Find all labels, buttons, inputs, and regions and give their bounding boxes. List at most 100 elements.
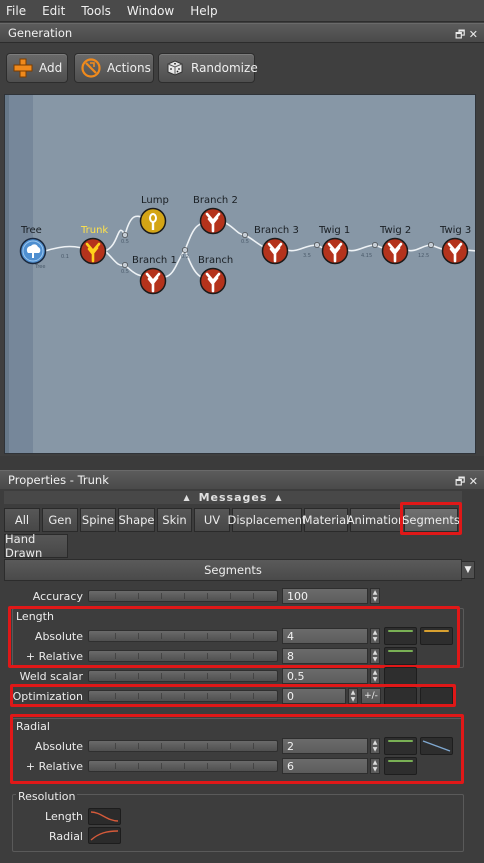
optimization-curve-1[interactable] <box>384 687 417 705</box>
generation-panel-controls[interactable]: 🗗 ✕ <box>455 26 478 45</box>
tab-hand-drawn[interactable]: Hand Drawn <box>4 532 68 560</box>
plus-icon <box>13 58 33 78</box>
menu-window[interactable]: Window <box>125 2 176 20</box>
radial-relative-label: + Relative <box>25 760 83 773</box>
svg-text:3.5: 3.5 <box>303 253 311 259</box>
optimization-slider[interactable] <box>88 690 278 702</box>
svg-text:0.5: 0.5 <box>121 269 129 275</box>
length-absolute-curve-green[interactable] <box>384 627 417 645</box>
accuracy-label: Accuracy <box>32 590 83 603</box>
node-twig-2[interactable] <box>381 237 409 265</box>
menu-tools[interactable]: Tools <box>79 2 113 20</box>
length-relative-curve[interactable] <box>384 647 417 665</box>
radial-relative-spinner[interactable]: ▲ ▼ <box>370 758 380 774</box>
length-absolute-label: Absolute <box>34 630 83 643</box>
node-twig-3[interactable] <box>441 237 469 265</box>
menu-help[interactable]: Help <box>188 2 219 20</box>
radial-absolute-curve-green[interactable] <box>384 737 417 755</box>
branch-icon <box>199 267 227 295</box>
twig-icon <box>441 237 469 265</box>
node-twig-3-label: Twig 3 <box>440 225 472 236</box>
tab-gen[interactable]: Gen <box>42 508 78 532</box>
optimization-field[interactable]: 0 <box>282 688 346 704</box>
radial-absolute-curve-blue[interactable] <box>420 737 453 755</box>
node-branch-2[interactable] <box>199 207 227 235</box>
node-twig-1[interactable] <box>321 237 349 265</box>
add-button[interactable]: Add <box>6 53 68 83</box>
svg-text:0.2: 0.2 <box>181 254 189 260</box>
weld-scalar-slider[interactable] <box>88 670 278 682</box>
chevron-down-icon[interactable]: ▼ <box>461 561 475 579</box>
node-branch-1[interactable] <box>139 267 167 295</box>
tab-spine[interactable]: Spine <box>80 508 116 532</box>
length-group-title: Length <box>16 610 54 623</box>
segments-section-header[interactable]: Segments <box>4 559 462 581</box>
weld-scalar-field[interactable]: 0.5 <box>282 668 368 684</box>
accuracy-spinner[interactable]: ▲ ▼ <box>370 588 380 604</box>
menu-edit[interactable]: Edit <box>40 2 67 20</box>
radial-absolute-label: Absolute <box>34 740 83 753</box>
length-relative-spinner[interactable]: ▲ ▼ <box>370 648 380 664</box>
length-relative-slider[interactable] <box>88 650 278 662</box>
resolution-radial-curve[interactable] <box>88 827 121 844</box>
radial-absolute-slider[interactable] <box>88 740 278 752</box>
generation-panel-title: Generation 🗗 ✕ <box>0 23 484 43</box>
node-trunk-label: Trunk <box>81 225 109 236</box>
radial-absolute-field[interactable]: 2 <box>282 738 368 754</box>
tab-segments[interactable]: Segments <box>402 508 460 532</box>
length-absolute-field[interactable]: 4 <box>282 628 368 644</box>
accuracy-slider[interactable] <box>88 590 278 602</box>
dice-icon <box>165 58 185 78</box>
panel-splitter[interactable] <box>0 456 484 470</box>
collapse-up-icon: ▲ <box>275 493 283 502</box>
tab-skin[interactable]: Skin <box>157 508 192 532</box>
tab-animation[interactable]: Animation <box>347 508 405 532</box>
messages-label: Messages <box>198 491 268 504</box>
actions-button[interactable]: Actions <box>74 53 154 83</box>
radial-relative-slider[interactable] <box>88 760 278 772</box>
menu-file[interactable]: File <box>4 2 28 20</box>
radial-relative-field[interactable]: 6 <box>282 758 368 774</box>
properties-title-text: Properties - Trunk <box>8 473 109 487</box>
length-absolute-spinner[interactable]: ▲ ▼ <box>370 628 380 644</box>
optimization-curve-2[interactable] <box>420 687 453 705</box>
weld-scalar-curve[interactable] <box>384 667 417 685</box>
collapse-up-icon: ▲ <box>183 493 191 502</box>
svg-text:4.15: 4.15 <box>361 253 372 259</box>
svg-text:12.5: 12.5 <box>418 253 429 259</box>
trunk-branch-icon <box>79 237 107 265</box>
node-branch-3-label: Branch 3 <box>254 225 299 236</box>
add-button-label: Add <box>39 61 63 75</box>
tab-uv[interactable]: UV <box>194 508 230 532</box>
node-twig-1-label: Twig 1 <box>319 225 351 236</box>
length-absolute-slider[interactable] <box>88 630 278 642</box>
messages-bar[interactable]: ▲ Messages ▲ <box>4 491 462 504</box>
generation-graph[interactable]: 0.5 0.5 0.2 0.5 3.5 4.15 12.5 0.1 Tree T… <box>4 94 476 454</box>
node-branch[interactable] <box>199 267 227 295</box>
tab-all[interactable]: All <box>4 508 40 532</box>
node-branch-2-label: Branch 2 <box>193 195 238 206</box>
tab-material[interactable]: Material <box>303 508 349 532</box>
weld-scalar-spinner[interactable]: ▲ ▼ <box>370 668 380 684</box>
radial-relative-curve[interactable] <box>384 757 417 775</box>
branch-icon <box>139 267 167 295</box>
optimization-spinner[interactable]: ▲ ▼ <box>348 688 358 704</box>
node-branch-3[interactable] <box>261 237 289 265</box>
node-lump[interactable] <box>139 207 167 235</box>
node-trunk[interactable] <box>79 237 107 265</box>
randomize-button[interactable]: Randomize <box>158 53 258 83</box>
optimization-label: Optimization <box>12 690 83 703</box>
svg-text:0.1: 0.1 <box>61 254 69 260</box>
tab-displacement[interactable]: Displacement <box>227 508 307 532</box>
radial-absolute-spinner[interactable]: ▲ ▼ <box>370 738 380 754</box>
menu-bar: File Edit Tools Window Help <box>0 0 484 22</box>
resolution-length-curve[interactable] <box>88 808 121 825</box>
node-tree[interactable] <box>19 237 47 265</box>
length-absolute-curve-orange[interactable] <box>420 627 453 645</box>
actions-button-label: Actions <box>107 61 151 75</box>
tab-shape[interactable]: Shape <box>118 508 155 532</box>
accuracy-field[interactable]: 100 <box>282 588 368 604</box>
length-relative-field[interactable]: 8 <box>282 648 368 664</box>
node-tree-label: Tree <box>21 225 42 236</box>
optimization-plus-minus-button[interactable]: +/- <box>361 688 381 704</box>
